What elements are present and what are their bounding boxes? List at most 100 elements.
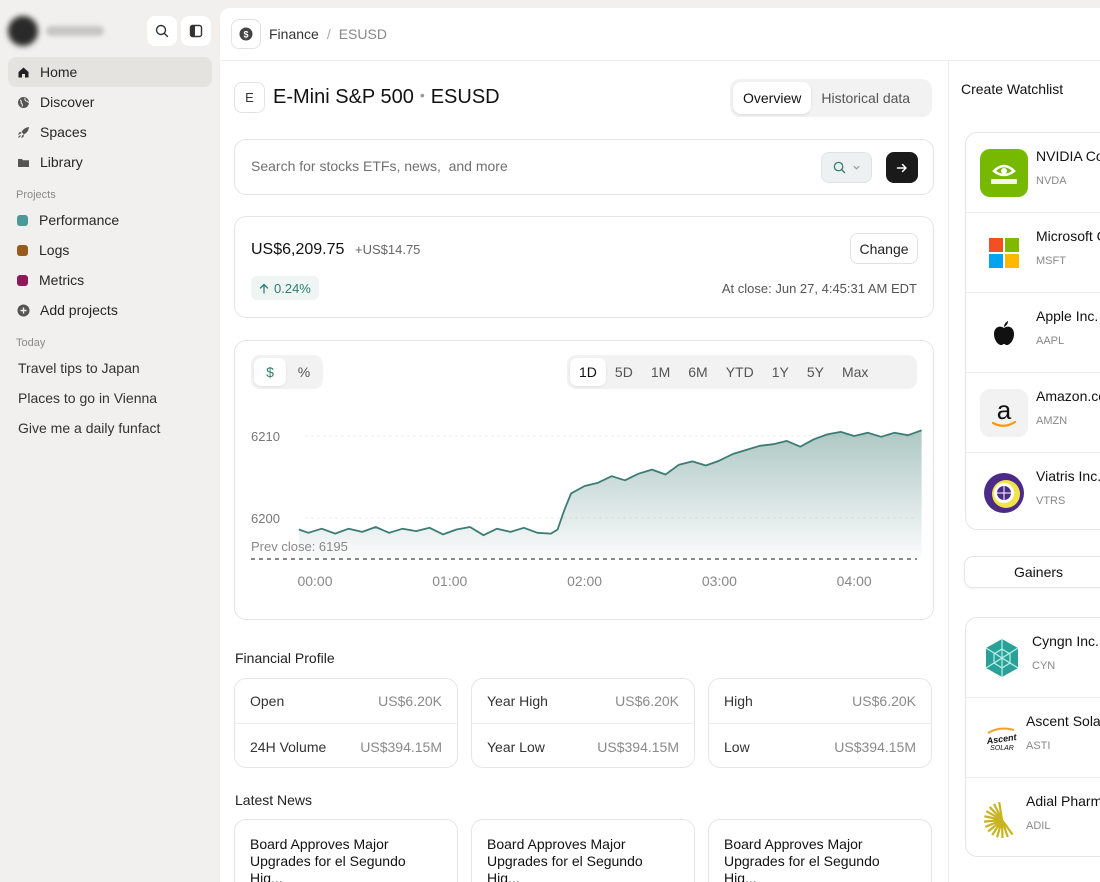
range-1m[interactable]: 1M xyxy=(642,358,679,386)
news-card[interactable]: Board Approves Major Upgrades for el Seg… xyxy=(708,819,932,882)
top-bar: $ Finance / ESUSD xyxy=(220,8,1100,61)
sidebar-item-discover[interactable]: Discover xyxy=(8,87,212,117)
price-delta: +US$14.75 xyxy=(355,242,421,257)
stat-value: US$394.15M xyxy=(597,738,679,755)
arrow-up-icon xyxy=(259,283,269,294)
avatar[interactable] xyxy=(8,16,38,46)
range-1d[interactable]: 1D xyxy=(570,358,606,386)
search-submit-button[interactable] xyxy=(886,152,918,183)
stock-name: Viatris Inc. xyxy=(1036,468,1100,484)
instrument-name: E-Mini S&P 500 xyxy=(273,86,414,108)
sidebar-item-label: Add projects xyxy=(40,302,118,318)
stat-row: High US$6.20K xyxy=(709,679,931,724)
news-headline-line: Board Approves Major xyxy=(250,836,389,852)
watchlist-item[interactable]: Microsoft C MSFT xyxy=(966,213,1100,293)
svg-text:SOLAR: SOLAR xyxy=(990,745,1014,752)
gainer-item[interactable]: Adial Pharm ADIL xyxy=(966,778,1100,856)
add-projects-button[interactable]: Add projects xyxy=(8,295,212,325)
stock-ticker: ADIL xyxy=(1026,820,1051,832)
stock-name: Adial Pharm xyxy=(1026,793,1100,809)
sidebar-item-label: Performance xyxy=(39,212,120,228)
sidebar-item-label: Library xyxy=(40,154,83,170)
stock-ticker: ASTI xyxy=(1026,740,1051,752)
tab-historical-data[interactable]: Historical data xyxy=(811,82,920,114)
stock-name: Apple Inc. xyxy=(1036,308,1099,324)
news-card[interactable]: Board Approves Major Upgrades for el Seg… xyxy=(471,819,695,882)
sidebar-item-spaces[interactable]: Spaces xyxy=(8,117,212,147)
page-title: E-Mini S&P 500 • ESUSD xyxy=(273,86,500,109)
stat-value: US$6.20K xyxy=(378,693,442,709)
range-6m[interactable]: 6M xyxy=(679,358,716,386)
x-tick-label: 04:00 xyxy=(837,573,872,589)
chart-card: 6200 6210 Prev close: 6195 00:00 01:00 02:00 0… xyxy=(234,340,934,620)
stock-ticker: CYN xyxy=(1032,660,1056,672)
stock-ticker: AMZN xyxy=(1036,415,1068,427)
history-item[interactable]: Give me a daily funfact xyxy=(8,413,212,443)
range-1y[interactable]: 1Y xyxy=(763,358,798,386)
breadcrumb: Finance / ESUSD xyxy=(269,26,387,42)
watchlist-item[interactable]: Apple Inc. AAPL xyxy=(966,293,1100,373)
gainers-tab[interactable]: Gainers xyxy=(964,556,1100,588)
stock-ticker: MSFT xyxy=(1036,255,1066,267)
project-color-swatch xyxy=(17,244,28,256)
finance-icon[interactable]: $ xyxy=(231,19,261,49)
sidebar-icon xyxy=(189,24,203,38)
gainer-item[interactable]: Cyngn Inc. CYN xyxy=(966,618,1100,698)
stock-ticker: VTRS xyxy=(1036,495,1066,507)
stock-name: Amazon.co xyxy=(1036,388,1100,404)
stock-ticker: AAPL xyxy=(1036,335,1065,347)
breadcrumb-root[interactable]: Finance xyxy=(269,26,319,42)
stock-ticker: NVDA xyxy=(1036,175,1067,187)
watchlist-item[interactable]: NVIDIA Co NVDA xyxy=(966,133,1100,213)
history-item[interactable]: Places to go in Vienna xyxy=(8,383,212,413)
news-card[interactable]: Board Approves Major Upgrades for el Seg… xyxy=(234,819,458,882)
adial-logo xyxy=(978,794,1026,842)
svg-text:$: $ xyxy=(243,29,248,39)
watchlist-item[interactable]: a Amazon.co AMZN xyxy=(966,373,1100,453)
search-scope-dropdown[interactable] xyxy=(821,152,872,183)
sidebar-item-label: Home xyxy=(40,64,78,80)
range-max[interactable]: Max xyxy=(833,358,877,386)
today-section-title: Today xyxy=(16,337,46,349)
stat-row: Year Low US$394.15M xyxy=(472,724,694,769)
toggle-sidebar-button[interactable] xyxy=(181,16,211,46)
unit-percent-button[interactable]: % xyxy=(288,358,320,386)
sidebar-item-home[interactable]: Home xyxy=(8,57,212,87)
percent-change: 0.24% xyxy=(274,280,311,296)
unit-dollar-button[interactable]: $ xyxy=(254,358,286,386)
search-input[interactable] xyxy=(251,158,771,174)
rocket-icon xyxy=(16,125,30,139)
stat-value: US$6.20K xyxy=(615,693,679,709)
financial-profile-title: Financial Profile xyxy=(235,650,335,666)
globe-icon xyxy=(16,95,30,109)
projects-section-title: Projects xyxy=(16,189,56,201)
prev-close-label: Prev close: 6195 xyxy=(251,539,348,554)
create-watchlist-button[interactable]: Create Watchlist xyxy=(961,81,1063,97)
stock-name: Cyngn Inc. xyxy=(1032,633,1099,649)
search-button[interactable] xyxy=(147,16,177,46)
gainer-item[interactable]: Ascent SOLAR Ascent Sola ASTI xyxy=(966,698,1100,778)
range-ytd[interactable]: YTD xyxy=(717,358,763,386)
y-tick-label: 6200 xyxy=(251,511,280,526)
sidebar-project-performance[interactable]: Performance xyxy=(8,205,212,235)
financial-profile-card: Open US$6.20K 24H Volume US$394.15M xyxy=(234,678,458,768)
breadcrumb-current: ESUSD xyxy=(338,26,387,42)
sidebar-project-logs[interactable]: Logs xyxy=(8,235,212,265)
gainers-card: Cyngn Inc. CYN Ascent SOLAR Ascent Sola A… xyxy=(965,617,1100,857)
sidebar-project-metrics[interactable]: Metrics xyxy=(8,265,212,295)
tab-overview[interactable]: Overview xyxy=(733,82,812,114)
change-button[interactable]: Change xyxy=(850,233,918,264)
stat-label: Open xyxy=(250,693,285,709)
sidebar-item-library[interactable]: Library xyxy=(8,147,212,177)
sidebar-header xyxy=(8,16,212,46)
stat-row: Open US$6.20K xyxy=(235,679,457,724)
range-5y[interactable]: 5Y xyxy=(798,358,833,386)
range-5d[interactable]: 5D xyxy=(606,358,642,386)
stat-row: Low US$394.15M xyxy=(709,724,931,769)
financial-profile-card: Year High US$6.20K Year Low US$394.15M xyxy=(471,678,695,768)
project-color-swatch xyxy=(17,274,28,286)
watchlist-item[interactable]: Viatris Inc. VTRS xyxy=(966,453,1100,529)
search-bar xyxy=(234,139,934,195)
main-panel: $ Finance / ESUSD E E-Mini S&P 500 • ESUSD O… xyxy=(220,8,1100,882)
history-item[interactable]: Travel tips to Japan xyxy=(8,353,212,383)
